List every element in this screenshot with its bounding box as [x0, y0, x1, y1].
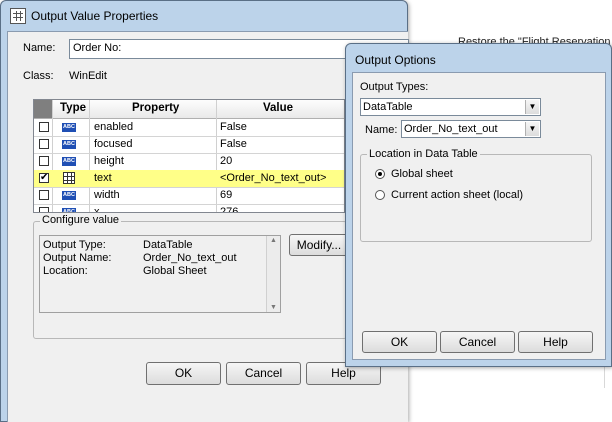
output-type-value: DataTable	[143, 239, 193, 251]
table-row[interactable]: ABC x 276	[34, 204, 344, 213]
table-row[interactable]: ABC enabled False	[34, 119, 344, 137]
select-all-header[interactable]	[34, 100, 52, 118]
properties-app-icon	[10, 8, 26, 24]
ok-button[interactable]: OK	[146, 362, 221, 385]
table-icon	[63, 172, 75, 184]
row-checkbox[interactable]	[39, 190, 49, 200]
oo-window-title: Output Options	[355, 53, 436, 67]
output-info-box: Output Type: DataTable Output Name: Orde…	[39, 235, 281, 313]
chevron-down-icon[interactable]: ▼	[525, 122, 539, 136]
class-value: WinEdit	[69, 70, 107, 82]
output-type-label: Output Type:	[43, 239, 106, 251]
property-value: False	[220, 121, 247, 133]
property-name: height	[94, 155, 124, 167]
info-scrollbar[interactable]: ▲ ▼	[266, 236, 280, 312]
global-sheet-radio[interactable]	[375, 169, 385, 179]
scroll-down-icon[interactable]: ▼	[270, 304, 277, 311]
abc-icon: ABC	[62, 208, 76, 212]
location-value: Global Sheet	[143, 265, 207, 277]
oo-name-label: Name:	[365, 124, 398, 136]
row-checkbox[interactable]	[39, 156, 49, 166]
chevron-down-icon[interactable]: ▼	[525, 100, 539, 114]
ovp-window-title: Output Value Properties	[31, 9, 159, 23]
value-column-header[interactable]: Value	[263, 102, 293, 114]
grid-header: Type Property Value	[34, 100, 344, 119]
row-checkbox[interactable]	[39, 139, 49, 149]
type-column-header[interactable]: Type	[60, 102, 86, 114]
oo-name-select[interactable]: Order_No_text_out ▼	[401, 120, 541, 138]
abc-icon: ABC	[62, 140, 76, 149]
property-value: <Order_No_text_out>	[220, 172, 327, 184]
row-checkbox-checked[interactable]: ✔	[39, 173, 49, 183]
cancel-button[interactable]: Cancel	[226, 362, 301, 385]
output-types-label: Output Types:	[360, 81, 429, 93]
table-row-selected[interactable]: ✔ text <Order_No_text_out>	[34, 170, 344, 188]
location-label: Location:	[43, 265, 88, 277]
output-types-select[interactable]: DataTable ▼	[360, 98, 541, 116]
oo-ok-button[interactable]: OK	[362, 331, 437, 353]
scroll-up-icon[interactable]: ▲	[270, 237, 277, 244]
property-name: width	[94, 189, 120, 201]
property-name: focused	[94, 138, 133, 150]
row-checkbox[interactable]	[39, 122, 49, 132]
output-types-value: DataTable	[363, 101, 413, 113]
action-sheet-radio[interactable]	[375, 190, 385, 200]
abc-icon: ABC	[62, 123, 76, 132]
abc-icon: ABC	[62, 191, 76, 200]
action-sheet-label[interactable]: Current action sheet (local)	[391, 189, 523, 201]
configure-value-legend: Configure value	[40, 214, 122, 226]
property-grid: Type Property Value ABC enabled False AB…	[33, 99, 345, 213]
table-row[interactable]: ABC focused False	[34, 136, 344, 154]
table-row[interactable]: ABC height 20	[34, 153, 344, 171]
global-sheet-label[interactable]: Global sheet	[391, 168, 453, 180]
property-value: False	[220, 138, 247, 150]
property-value: 69	[220, 189, 233, 201]
oo-name-value: Order_No_text_out	[404, 123, 498, 135]
oo-help-button[interactable]: Help	[518, 331, 593, 353]
abc-icon: ABC	[62, 157, 76, 166]
location-group-legend: Location in Data Table	[367, 148, 480, 160]
row-checkbox[interactable]	[39, 207, 49, 212]
oo-cancel-button[interactable]: Cancel	[440, 331, 515, 353]
name-label: Name:	[23, 42, 56, 54]
property-name: enabled	[94, 121, 134, 133]
output-options-window: Output Options Output Types: DataTable ▼…	[345, 43, 612, 367]
output-name-label: Output Name:	[43, 252, 112, 264]
table-row[interactable]: ABC width 69	[34, 187, 344, 205]
property-value: 276	[220, 206, 239, 213]
property-name: text	[94, 172, 112, 184]
property-column-header[interactable]: Property	[132, 102, 179, 114]
modify-button[interactable]: Modify...	[289, 234, 349, 256]
class-label: Class:	[23, 70, 54, 82]
property-value: 20	[220, 155, 233, 167]
property-name: x	[94, 206, 100, 213]
output-name-value: Order_No_text_out	[143, 252, 237, 264]
